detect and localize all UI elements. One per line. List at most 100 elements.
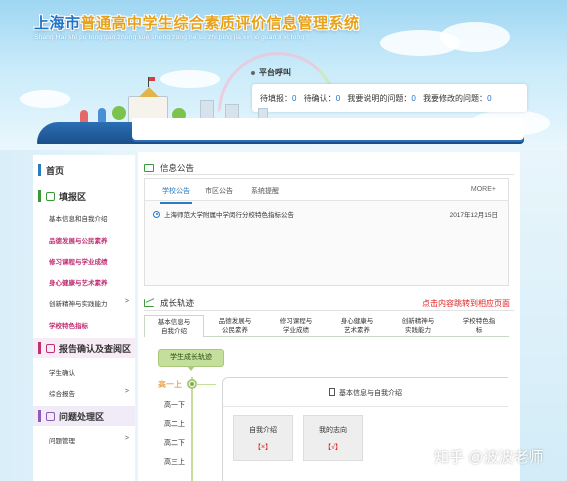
sidebar-item-student-confirm[interactable]: 学生确认 [33, 362, 135, 381]
title-pinyin: Shang Hai shi pu tong gao zhong xue shen… [34, 34, 305, 41]
card-status: 【√】 [324, 444, 342, 451]
tab-innovation[interactable]: 创新精神与 实践能力 [388, 315, 448, 337]
notice-item-pending-confirm[interactable]: 待确认：0 [304, 94, 340, 103]
cloud [160, 70, 220, 88]
sidebar-item-school-indicator[interactable]: 学校特色指标 [33, 315, 135, 334]
tab-school-notice[interactable]: 学校公告 [160, 186, 192, 204]
sidebar-item-courses[interactable]: 修习课程与学业成绩 [33, 251, 135, 270]
announcement-tabs: 学校公告 市区公告 系统提醒 MORE+ [145, 179, 508, 204]
tab-label: 自我介绍 [161, 328, 187, 335]
platform-notice-box: 待填报：0 待确认：0 我要说明的问题：0 我要修改的问题：0 [252, 84, 527, 112]
sidebar-item-report[interactable]: 综合报告 > [33, 383, 135, 402]
announcement-row[interactable]: 上海师范大学附属中学闵行分校特色指标公告 2017年12月15日 [153, 209, 498, 219]
content-area: 信息公告 学校公告 市区公告 系统提醒 MORE+ 上海师范大学附属中学闵行分校… [138, 152, 520, 481]
sidebar-home[interactable]: 首页 [33, 161, 135, 179]
tab-moral[interactable]: 品德发展与 公民素养 [205, 315, 265, 337]
sidebar-item-health[interactable]: 身心健康与艺术素养 [33, 272, 135, 291]
title-prefix: 上海市 [34, 15, 81, 32]
announcement-date: 2017年12月15日 [449, 212, 498, 219]
tab-label: 标 [475, 327, 483, 334]
sidebar-item-label: 修习课程与学业成绩 [49, 258, 108, 266]
growth-tabs: 基本信息与 自我介绍 品德发展与 公民素养 修习课程与 学业成绩 身心健康与 艺术素养 … [144, 315, 509, 338]
announcements-title: 信息公告 [160, 163, 195, 173]
timeline-item-g2-first[interactable]: 高二上 [164, 419, 185, 429]
book-illustration [37, 118, 524, 144]
question-icon [46, 411, 55, 421]
sidebar-item-issue-manage[interactable]: 问题管理 > [33, 430, 135, 449]
card-title: 自我介绍 [249, 427, 277, 434]
group-bar-icon [38, 342, 41, 354]
chart-icon [144, 299, 154, 307]
chevron-right-icon: > [124, 298, 129, 305]
sidebar-item-label: 品德发展与公民素养 [49, 237, 108, 245]
info-panel-title: 基本信息与自我介绍 [223, 388, 508, 398]
tab-label: 公民素养 [222, 327, 248, 334]
sidebar-item-innovation[interactable]: 创新精神与实践能力 > [33, 293, 135, 312]
sidebar-group-report-label: 报告确认及查阅区 [59, 343, 132, 354]
sidebar-home-label: 首页 [46, 165, 65, 176]
sidebar-group-fill-label: 填报区 [59, 191, 87, 202]
notice-item-my-modify[interactable]: 我要修改的问题：0 [423, 94, 491, 103]
sidebar-item-label: 基本信息和自我介绍 [49, 215, 108, 223]
sidebar-group-issues-label: 问题处理区 [59, 411, 105, 422]
timeline-item-g1-second[interactable]: 高一下 [164, 400, 185, 410]
sidebar-group-fill[interactable]: 填报区 [33, 187, 135, 205]
home-icon [38, 164, 41, 176]
tab-system-reminder[interactable]: 系统提醒 [251, 186, 279, 196]
notice-title: 平台呼叫 [251, 67, 291, 78]
notice-counts: 待填报：0 待确认：0 我要说明的问题：0 我要修改的问题：0 [260, 93, 497, 104]
sidebar-item-label: 综合报告 [49, 390, 75, 398]
right-margin [520, 150, 567, 481]
card-self-intro[interactable]: 自我介绍 【×】 [233, 415, 293, 461]
tab-health[interactable]: 身心健康与 艺术素养 [327, 315, 387, 337]
sidebar-item-label: 学生确认 [49, 369, 75, 377]
monitor-icon [144, 164, 154, 172]
tab-label: 身心健康与 [340, 318, 374, 325]
tab-basic-info[interactable]: 基本信息与 自我介绍 [144, 315, 204, 338]
group-bar-icon [38, 190, 41, 202]
tab-label: 基本信息与 [157, 319, 191, 326]
timeline-item-g3-first[interactable]: 高三上 [164, 457, 185, 467]
cloud [440, 22, 510, 52]
card-status: 【×】 [253, 444, 273, 451]
sidebar-group-report[interactable]: 报告确认及查阅区 [33, 338, 135, 358]
sidebar-item-basic-info[interactable]: 基本信息和自我介绍 [33, 208, 135, 227]
timeline-connector [196, 384, 216, 385]
timeline-item-g1-first[interactable]: 高一上 [158, 379, 182, 390]
more-link[interactable]: MORE+ [471, 186, 496, 193]
sidebar-item-label: 身心健康与艺术素养 [49, 279, 108, 287]
card-aspiration[interactable]: 我的志向 【√】 [303, 415, 363, 461]
chevron-right-icon: > [124, 388, 129, 395]
tab-courses[interactable]: 修习课程与 学业成绩 [266, 315, 326, 337]
growth-title: 成长轨迹 [160, 298, 195, 308]
notice-item-pending-fill[interactable]: 待填报：0 [260, 94, 296, 103]
jump-hint: 点击内容跳转到相应页面 [422, 299, 510, 308]
announcement-text: 上海师范大学附属中学闵行分校特色指标公告 [164, 212, 294, 219]
notice-title-text: 平台呼叫 [259, 68, 291, 77]
bullet-icon [251, 70, 255, 75]
document-icon [46, 343, 55, 353]
bullet-icon [153, 210, 160, 218]
watermark: 知乎 @波波老师 [434, 449, 544, 466]
sidebar-group-issues[interactable]: 问题处理区 [33, 406, 135, 426]
notice-item-my-explain[interactable]: 我要说明的问题：0 [347, 94, 415, 103]
system-title: 上海市普通高中学生综合素质评价信息管理系统 [34, 12, 360, 33]
divider [223, 406, 508, 407]
document-icon [329, 388, 335, 396]
sidebar-item-label: 创新精神与实践能力 [49, 300, 108, 308]
tab-school-indicator[interactable]: 学校特色指标 [449, 315, 509, 337]
info-panel-title-text: 基本信息与自我介绍 [339, 390, 402, 397]
tab-label: 学业成绩 [283, 327, 309, 334]
tab-label: 艺术素养 [344, 327, 370, 334]
timeline-item-g2-second[interactable]: 高二下 [164, 438, 185, 448]
sidebar-item-moral[interactable]: 品德发展与公民素养 [33, 230, 135, 249]
sidebar-item-label: 学校特色指标 [49, 322, 88, 330]
edit-icon [46, 191, 55, 201]
sidebar: 首页 填报区 基本信息和自我介绍 品德发展与公民素养 修习课程与学业成绩 身心健… [33, 155, 135, 481]
tab-label: 品德发展与 [218, 318, 252, 325]
group-bar-icon [38, 410, 41, 422]
growth-track-label: 学生成长轨迹 [158, 349, 224, 371]
tab-district-notice[interactable]: 市区公告 [205, 186, 233, 196]
card-title: 我的志向 [319, 427, 347, 434]
timeline-line [191, 377, 193, 481]
